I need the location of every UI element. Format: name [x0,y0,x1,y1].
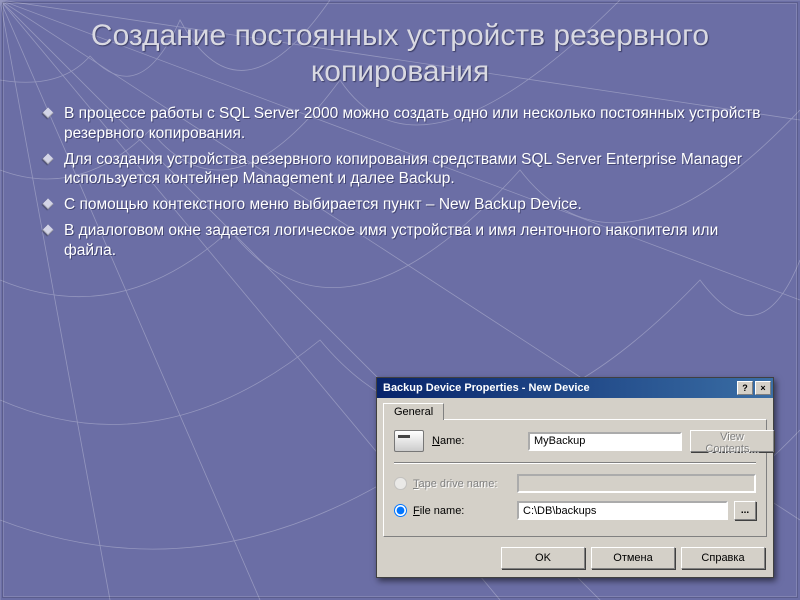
name-input[interactable] [528,432,682,451]
file-radio[interactable] [394,504,407,517]
view-contents-button: View Contents... [690,430,774,452]
tab-strip: General [377,398,773,419]
name-label: Name: [432,435,520,447]
file-label: File name: [413,505,511,517]
file-input[interactable] [517,501,728,520]
close-icon[interactable]: × [755,381,771,395]
backup-device-dialog: Backup Device Properties - New Device ? … [376,377,774,578]
bullet-list: В процессе работы с SQL Server 2000 можн… [34,104,766,261]
help-button[interactable]: Справка [681,547,765,569]
device-icon [394,430,424,452]
slide: Создание постоянных устройств резервного… [0,0,800,600]
tape-label: Tape drive name: [413,478,511,490]
tape-radio [394,477,407,490]
bullet-item: В процессе работы с SQL Server 2000 можн… [42,104,766,144]
dialog-title: Backup Device Properties - New Device [383,382,735,394]
browse-button[interactable]: ... [734,501,756,520]
tab-general[interactable]: General [383,403,444,420]
cancel-button[interactable]: Отмена [591,547,675,569]
slide-title: Создание постоянных устройств резервного… [34,18,766,90]
dialog-button-row: OK Отмена Справка [377,543,773,577]
tape-input [517,474,756,493]
ok-button[interactable]: OK [501,547,585,569]
bullet-item: Для создания устройства резервного копир… [42,150,766,190]
separator [394,462,756,464]
bullet-item: С помощью контекстного меню выбирается п… [42,195,766,215]
dialog-titlebar: Backup Device Properties - New Device ? … [377,378,773,398]
tab-body: Name: View Contents... Tape drive name: … [383,419,767,537]
help-icon[interactable]: ? [737,381,753,395]
bullet-item: В диалоговом окне задается логическое им… [42,221,766,261]
